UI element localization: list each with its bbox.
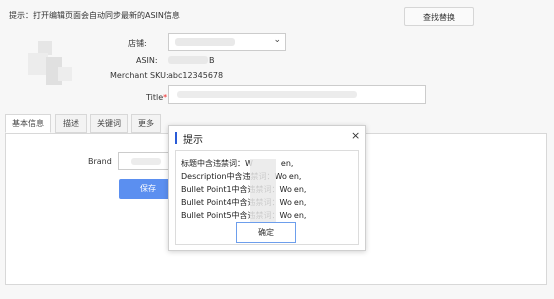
sku-value: abc12345678 bbox=[168, 71, 224, 80]
tab-description[interactable]: 描述 bbox=[55, 114, 87, 133]
message-line: Bullet Point1中含违禁词：Wo en, bbox=[181, 185, 307, 194]
sku-label: Merchant SKU: bbox=[110, 71, 169, 80]
dialog-accent-bar bbox=[175, 132, 177, 144]
top-bar: 提示：打开编辑页面会自动同步最新的ASIN信息 查找替换 bbox=[0, 0, 554, 32]
close-icon[interactable]: × bbox=[351, 130, 360, 142]
tab-keywords[interactable]: 关键词 bbox=[90, 114, 128, 133]
title-input[interactable] bbox=[168, 85, 426, 104]
store-value-redacted bbox=[175, 38, 235, 46]
brand-label: Brand bbox=[88, 157, 112, 166]
required-mark: * bbox=[163, 93, 168, 102]
product-thumbnail bbox=[22, 37, 82, 97]
title-label: Title* bbox=[146, 93, 168, 102]
brand-value-redacted bbox=[131, 158, 161, 165]
chevron-down-icon: ⌄ bbox=[273, 35, 281, 45]
message-line: Description中含违禁词：Wo en, bbox=[181, 172, 302, 181]
asin-suffix: B bbox=[209, 56, 215, 65]
asin-value-redacted bbox=[168, 56, 208, 64]
find-replace-button[interactable]: 查找替换 bbox=[404, 7, 474, 26]
prohibited-words-dialog: 提示 × 标题中含违禁词：W en, Description中含违禁词：Wo en,… bbox=[168, 125, 366, 251]
asin-label: ASIN: bbox=[136, 56, 158, 65]
message-line: 标题中含违禁词：W en, bbox=[181, 159, 294, 168]
tab-basic-info[interactable]: 基本信息 bbox=[5, 114, 51, 133]
dialog-title: 提示 bbox=[183, 135, 203, 146]
message-line: Bullet Point5中含违禁词：Wo en, bbox=[181, 211, 307, 220]
title-value-redacted bbox=[177, 91, 357, 98]
sync-tip-text: 提示：打开编辑页面会自动同步最新的ASIN信息 bbox=[9, 11, 180, 20]
confirm-button[interactable]: 确定 bbox=[236, 222, 296, 243]
store-select[interactable]: ⌄ bbox=[168, 33, 286, 51]
tab-more[interactable]: 更多 bbox=[131, 114, 161, 133]
message-line: Bullet Point4中含违禁词：Wo en, bbox=[181, 198, 307, 207]
store-label: 店铺: bbox=[128, 39, 147, 48]
